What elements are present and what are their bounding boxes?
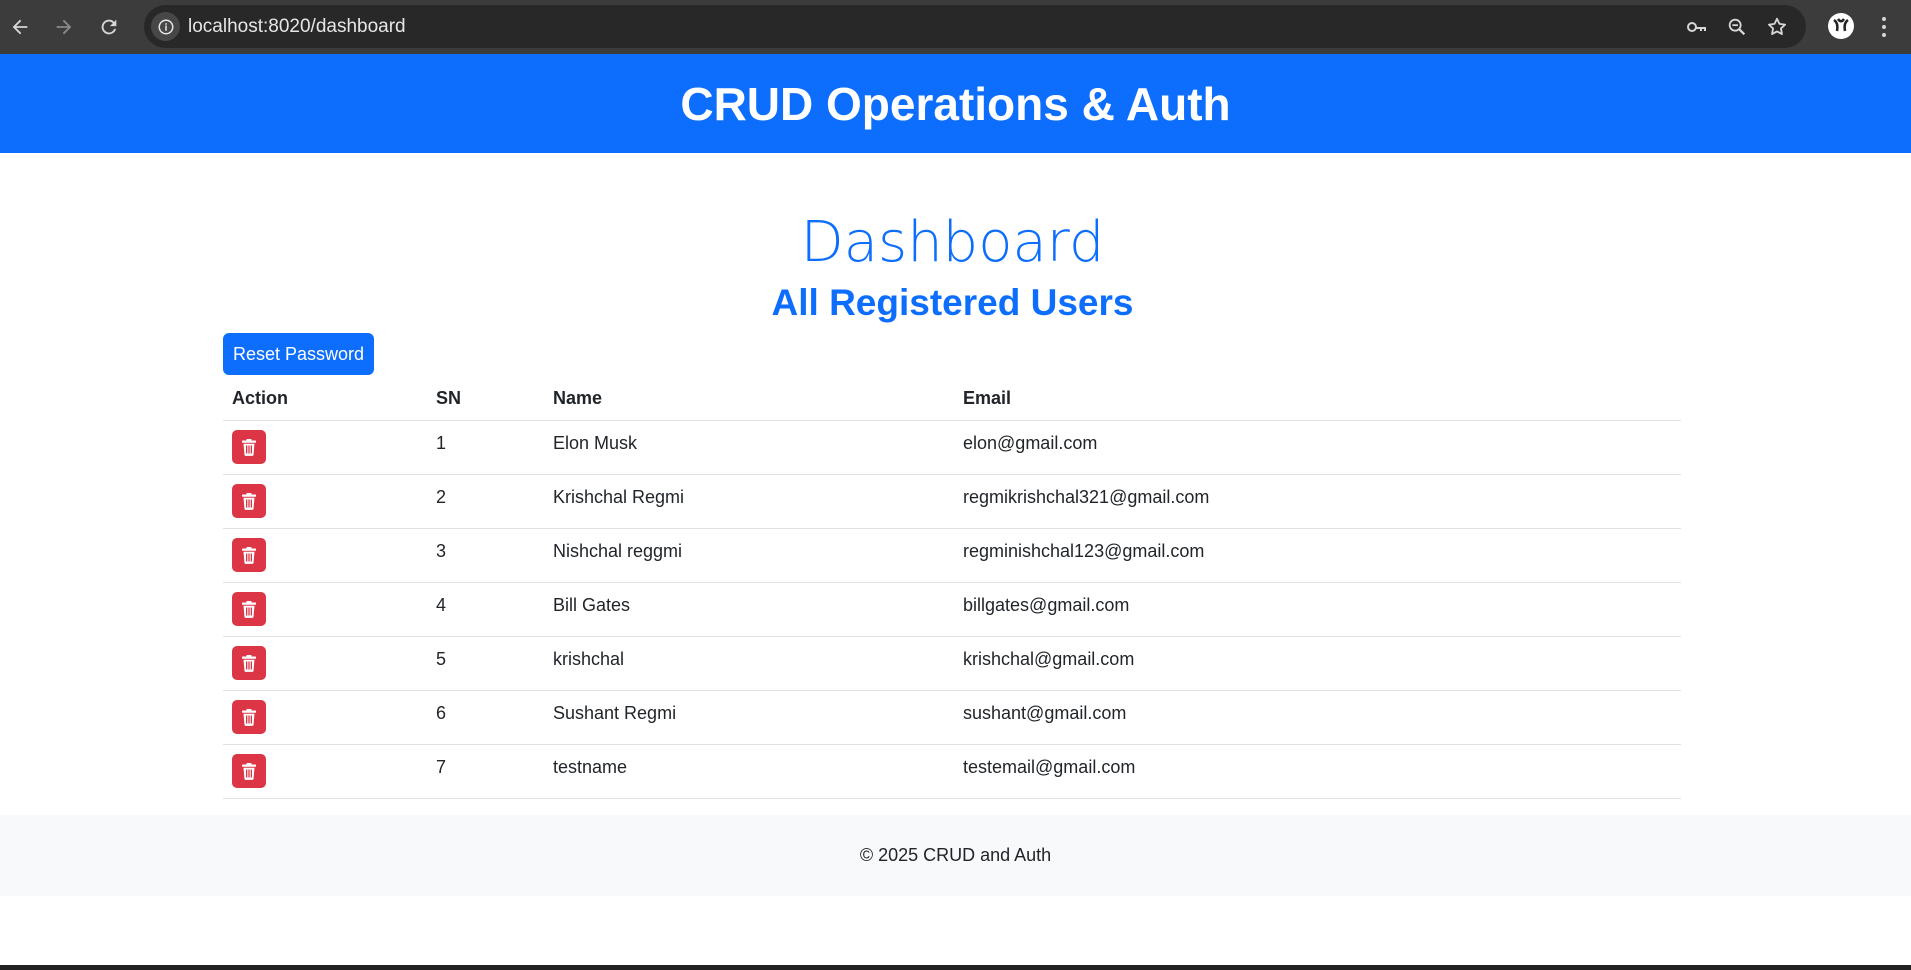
name-cell: krishchal: [544, 636, 954, 691]
site-info-icon[interactable]: [151, 12, 180, 41]
page-title: Dashboard: [800, 210, 1105, 275]
table-row: 2 Krishchal Regmi regmikrishchal321@gmail.…: [223, 474, 1681, 529]
email-cell: regmikrishchal321@gmail.com: [954, 474, 1681, 529]
action-cell: [223, 690, 427, 745]
action-cell: [223, 582, 427, 637]
column-header-sn: SN: [427, 377, 544, 421]
delete-user-button[interactable]: [232, 592, 266, 626]
back-button[interactable]: [5, 12, 35, 42]
action-cell: [223, 474, 427, 529]
column-header-email: Email: [954, 377, 1681, 421]
trash-icon: [242, 546, 256, 564]
arrow-left-icon: [12, 19, 28, 35]
email-cell: testemail@gmail.com: [954, 744, 1681, 799]
reset-password-button[interactable]: Reset Password: [223, 333, 374, 375]
table-row: 5 krishchal krishchal@gmail.com: [223, 636, 1681, 691]
users-table: Action SN Name Email 1 Elon Musk elon@gmai…: [223, 377, 1681, 799]
table-row: 4 Bill Gates billgates@gmail.com: [223, 582, 1681, 637]
table-row: 6 Sushant Regmi sushant@gmail.com: [223, 690, 1681, 745]
arrow-right-icon: [56, 19, 72, 35]
sn-cell: 4: [427, 582, 544, 637]
sn-cell: 6: [427, 690, 544, 745]
table-header-row: Action SN Name Email: [223, 377, 1681, 421]
name-cell: Elon Musk: [544, 420, 954, 475]
action-cell: [223, 528, 427, 583]
sn-cell: 1: [427, 420, 544, 475]
column-header-action: Action: [223, 377, 427, 421]
sn-cell: 3: [427, 528, 544, 583]
email-cell: sushant@gmail.com: [954, 690, 1681, 745]
forward-button[interactable]: [49, 12, 79, 42]
delete-user-button[interactable]: [232, 700, 266, 734]
sn-cell: 5: [427, 636, 544, 691]
trash-icon: [242, 438, 256, 456]
action-cell: [223, 636, 427, 691]
action-cell: [223, 420, 427, 475]
email-cell: regminishchal123@gmail.com: [954, 528, 1681, 583]
trash-icon: [242, 600, 256, 618]
name-cell: Nishchal reggmi: [544, 528, 954, 583]
delete-user-button[interactable]: [232, 430, 266, 464]
profile-avatar-icon[interactable]: [1826, 11, 1856, 41]
page-subtitle: All Registered Users: [771, 282, 1134, 323]
footer-text: © 2025 CRUD and Auth: [859, 845, 1052, 865]
url-text[interactable]: localhost:8020/dashboard: [188, 5, 406, 48]
taskbar-edge: [0, 965, 1911, 970]
delete-user-button[interactable]: [232, 754, 266, 788]
delete-user-button[interactable]: [232, 538, 266, 572]
action-cell: [223, 744, 427, 799]
site-header: CRUD Operations & Auth: [0, 54, 1911, 153]
email-cell: elon@gmail.com: [954, 420, 1681, 475]
name-cell: Bill Gates: [544, 582, 954, 637]
email-cell: krishchal@gmail.com: [954, 636, 1681, 691]
address-bar[interactable]: localhost:8020/dashboard: [144, 5, 1806, 48]
name-cell: testname: [544, 744, 954, 799]
browser-toolbar: localhost:8020/dashboard: [0, 0, 1911, 54]
reload-button[interactable]: [94, 12, 124, 42]
table-row: 3 Nishchal reggmi regminishchal123@gmail.c…: [223, 528, 1681, 583]
site-title: CRUD Operations & Auth: [680, 77, 1231, 130]
trash-icon: [242, 708, 256, 726]
table-row: 1 Elon Musk elon@gmail.com: [223, 420, 1681, 475]
reload-icon: [101, 19, 117, 35]
zoom-icon[interactable]: [1725, 15, 1749, 39]
site-footer: © 2025 CRUD and Auth: [0, 815, 1911, 896]
browser-menu-icon[interactable]: [1874, 12, 1894, 42]
delete-user-button[interactable]: [232, 646, 266, 680]
trash-icon: [242, 762, 256, 780]
table-row: 7 testname testemail@gmail.com: [223, 744, 1681, 799]
sn-cell: 2: [427, 474, 544, 529]
name-cell: Sushant Regmi: [544, 690, 954, 745]
name-cell: Krishchal Regmi: [544, 474, 954, 529]
bookmark-star-icon[interactable]: [1765, 15, 1789, 39]
delete-user-button[interactable]: [232, 484, 266, 518]
column-header-name: Name: [544, 377, 954, 421]
email-cell: billgates@gmail.com: [954, 582, 1681, 637]
sn-cell: 7: [427, 744, 544, 799]
trash-icon: [242, 654, 256, 672]
trash-icon: [242, 492, 256, 510]
key-icon[interactable]: [1685, 15, 1709, 39]
